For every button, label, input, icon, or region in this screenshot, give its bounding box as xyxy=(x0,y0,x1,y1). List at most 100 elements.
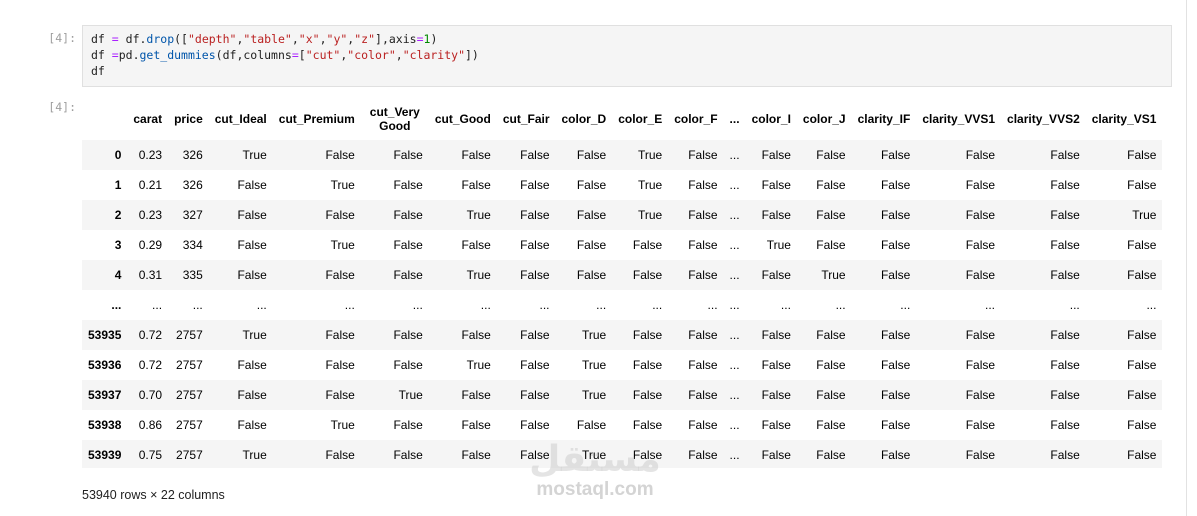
code-line-3: df xyxy=(91,63,1163,79)
table-cell: False xyxy=(816,448,846,462)
table-cell: False xyxy=(688,238,718,252)
table-cell: False xyxy=(1050,328,1080,342)
table-cell: ... xyxy=(900,298,911,312)
table-cell: False xyxy=(393,358,423,372)
column-header: clarity_VS1 xyxy=(1091,112,1157,126)
table-cell: False xyxy=(688,358,718,372)
table-cell: False xyxy=(965,268,996,282)
table-cell: False xyxy=(461,448,491,462)
column-header: ... xyxy=(729,112,740,126)
table-cell: False xyxy=(1127,178,1157,192)
table-row: ........................................… xyxy=(82,290,1163,320)
table-cell: True xyxy=(637,148,663,162)
table-cell: False xyxy=(880,418,911,432)
table-cell: False xyxy=(461,238,491,252)
table-cell: False xyxy=(880,448,911,462)
scrollbar-track[interactable] xyxy=(1186,0,1197,516)
code-line-1-text: df = df.drop(["depth","table","x","y","z… xyxy=(91,32,438,46)
table-cell: False xyxy=(880,238,911,252)
table-cell: False xyxy=(325,208,355,222)
column-header: color_D xyxy=(561,112,607,126)
table-cell: False xyxy=(632,238,663,252)
table-cell: ... xyxy=(985,298,996,312)
table-cell: False xyxy=(1127,238,1157,252)
table-cell: False xyxy=(576,268,607,282)
table-cell: False xyxy=(965,418,996,432)
column-header: color_I xyxy=(751,112,791,126)
table-row: 53937 0.70 2757 False False True False False Tru… xyxy=(82,380,1163,410)
table-cell: False xyxy=(237,268,267,282)
table-cell: ... xyxy=(1146,298,1157,312)
table-cell: False xyxy=(520,178,550,192)
table-cell: True xyxy=(466,208,491,222)
table-cell: True xyxy=(466,268,491,282)
table-cell: False xyxy=(1050,358,1080,372)
table-cell: False xyxy=(880,178,911,192)
column-header: color_F xyxy=(674,112,718,126)
row-index: 53937 xyxy=(88,388,122,402)
dataframe-table: carat price cut_Ideal cut_Premium cut_Very G… xyxy=(82,98,1163,468)
table-cell: False xyxy=(237,358,267,372)
table-cell: False xyxy=(965,148,996,162)
table-cell: False xyxy=(520,328,550,342)
table-cell: False xyxy=(761,358,791,372)
table-cell: ... xyxy=(344,298,355,312)
table-cell: False xyxy=(1127,388,1157,402)
table-cell: ... xyxy=(729,208,740,222)
code-line-2-text: df =pd.get_dummies(df,columns=["cut","co… xyxy=(91,48,479,62)
table-cell: False xyxy=(965,238,996,252)
column-header: carat xyxy=(133,112,163,126)
table-cell: 326 xyxy=(182,148,203,162)
table-cell: 0.29 xyxy=(138,238,163,252)
column-header: clarity_IF xyxy=(857,112,911,126)
table-cell: ... xyxy=(729,238,740,252)
table-cell: True xyxy=(581,358,607,372)
column-header: clarity_VVS2 xyxy=(1007,112,1080,126)
code-cell-editor[interactable]: df = df.drop(["depth","table","x","y","z… xyxy=(82,25,1172,87)
notebook: [4]: df = df.drop(["depth","table","x","… xyxy=(0,0,1186,516)
table-cell: False xyxy=(880,268,911,282)
table-cell: True xyxy=(581,328,607,342)
table-cell: False xyxy=(688,418,718,432)
table-cell: False xyxy=(1050,388,1080,402)
table-cell: False xyxy=(1127,148,1157,162)
table-cell: False xyxy=(393,238,423,252)
table-row: 53938 0.86 2757 False True False False False Fal… xyxy=(82,410,1163,440)
table-cell: False xyxy=(1127,418,1157,432)
table-cell: False xyxy=(688,388,718,402)
table-cell: False xyxy=(816,238,846,252)
table-cell: False xyxy=(688,208,718,222)
table-cell: True xyxy=(242,448,267,462)
table-cell: False xyxy=(325,388,355,402)
table-cell: 0.86 xyxy=(138,418,163,432)
table-cell: False xyxy=(393,148,423,162)
table-cell: False xyxy=(1127,268,1157,282)
table-cell: ... xyxy=(729,358,740,372)
table-cell: 334 xyxy=(182,238,203,252)
table-cell: False xyxy=(520,208,550,222)
row-index: 0 xyxy=(114,148,122,162)
table-cell: False xyxy=(632,388,663,402)
table-row: 53935 0.72 2757 True False False False False Tru… xyxy=(82,320,1163,350)
header-row: carat price cut_Ideal cut_Premium cut_Very G… xyxy=(82,98,1162,140)
table-cell: False xyxy=(761,388,791,402)
table-cell: False xyxy=(816,418,846,432)
row-index: 53935 xyxy=(88,328,122,342)
table-cell: False xyxy=(1127,448,1157,462)
table-cell: False xyxy=(1050,148,1080,162)
table-cell: False xyxy=(688,448,718,462)
table-cell: False xyxy=(632,448,663,462)
table-cell: False xyxy=(325,148,355,162)
table-cell: 0.23 xyxy=(138,208,163,222)
table-cell: False xyxy=(576,178,607,192)
table-cell: False xyxy=(761,268,791,282)
row-index: 53939 xyxy=(88,448,122,462)
table-cell: False xyxy=(237,178,267,192)
output-prompt: [4]: xyxy=(48,100,76,114)
column-header: cut_Ideal xyxy=(214,112,267,126)
table-cell: False xyxy=(325,268,355,282)
table-cell: False xyxy=(816,328,846,342)
watermark-latin: mostaql.com xyxy=(536,479,654,500)
table-cell: False xyxy=(520,148,550,162)
table-cell: False xyxy=(688,268,718,282)
